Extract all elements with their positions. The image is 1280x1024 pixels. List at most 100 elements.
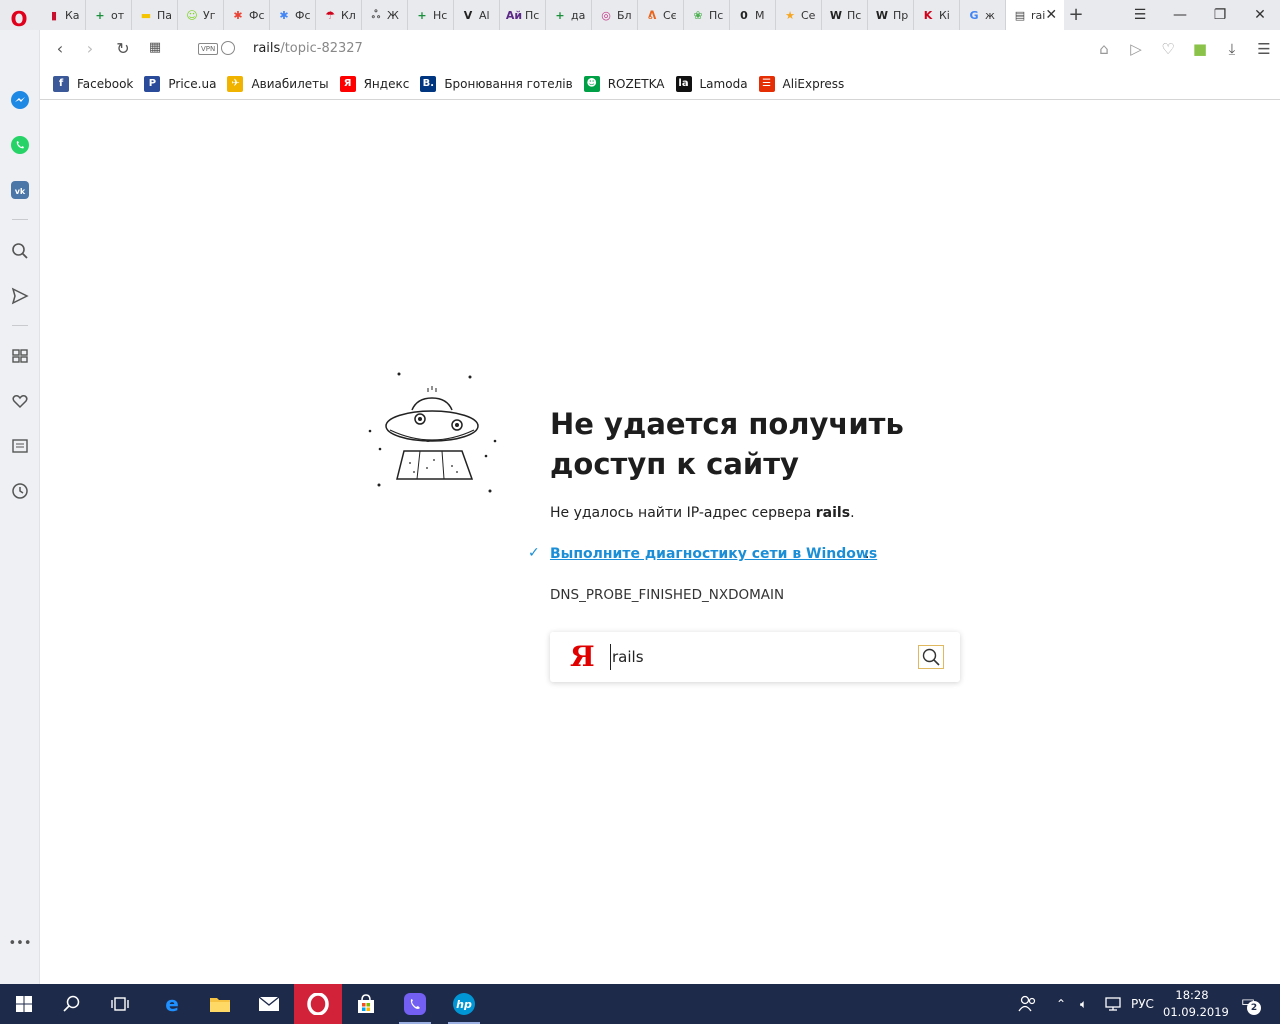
forward-button[interactable]: › <box>80 39 100 58</box>
plane-icon: ✈ <box>227 75 244 92</box>
taskbar-search-icon[interactable] <box>48 984 96 1024</box>
globe-icon[interactable] <box>221 41 235 55</box>
error-desc-suffix: . <box>850 505 855 521</box>
bookmark-item[interactable]: ✈ Авиабилеты <box>227 75 329 92</box>
messenger-icon[interactable] <box>10 90 30 110</box>
sidebar-separator <box>12 219 28 220</box>
bookmark-label: Lamoda <box>699 76 748 91</box>
tab-active[interactable]: ▤ rai ✕ <box>1006 0 1064 30</box>
vpn-badge[interactable]: VPN <box>198 43 219 55</box>
minimize-button[interactable]: — <box>1160 0 1200 30</box>
whatsapp-icon[interactable] <box>10 135 30 155</box>
tab[interactable]: ❀ Пс <box>684 0 730 30</box>
tab[interactable]: Ай Пс <box>500 0 546 30</box>
url-field[interactable]: rails/topic-82327 <box>253 41 363 56</box>
tab-bar: O ▮ Ка + от ▬ Па ☺ Уг ✱ Фс ✱ Фс ☂ Кл ஃ Ж + Нс V Al Ай Пс + да ◎ Б… <box>0 0 1280 30</box>
tab[interactable]: W Пс <box>822 0 868 30</box>
chevron-up-icon[interactable]: ⌃ <box>1056 984 1066 1024</box>
easy-setup-icon[interactable]: ☰ <box>1248 40 1280 58</box>
tab[interactable]: ✱ Фс <box>270 0 316 30</box>
start-button[interactable] <box>0 984 48 1024</box>
clock[interactable]: 18:28 01.09.2019 <box>1163 987 1229 1021</box>
viber-icon[interactable] <box>391 984 439 1024</box>
browser-window: O ▮ Ка + от ▬ Па ☺ Уг ✱ Фс ✱ Фс ☂ Кл ஃ Ж + Нс V Al Ай Пс + да ◎ Б… <box>0 0 1280 1024</box>
tab-label: Ж <box>387 8 399 22</box>
mail-icon[interactable] <box>245 984 293 1024</box>
tab[interactable]: ★ Се <box>776 0 822 30</box>
tab[interactable]: ஃЖ <box>362 0 408 30</box>
bookmark-label: AliExpress <box>782 76 845 91</box>
tab-label: да <box>571 8 586 22</box>
tab[interactable]: K Кі <box>914 0 960 30</box>
bookmark-heart-icon[interactable]: ♡ <box>1152 40 1184 58</box>
language-indicator[interactable]: РУС <box>1131 984 1154 1024</box>
send-icon[interactable] <box>10 286 30 306</box>
people-icon[interactable] <box>1018 984 1038 1024</box>
tab[interactable]: W Пр <box>868 0 914 30</box>
tab[interactable]: + от <box>86 0 132 30</box>
search-icon <box>922 648 940 666</box>
camera-icon[interactable]: ⌂ <box>1088 40 1120 58</box>
vk-icon[interactable]: vk <box>10 180 30 200</box>
tab[interactable]: ◎ Бл <box>592 0 638 30</box>
tab[interactable]: ▮ Ка <box>40 0 86 30</box>
edge-icon[interactable]: e <box>148 984 196 1024</box>
tab[interactable]: Gж <box>960 0 1006 30</box>
history-icon[interactable] <box>10 481 30 501</box>
reload-button[interactable]: ↻ <box>113 39 133 58</box>
instagram-icon: ◎ <box>601 8 611 22</box>
svg-text:vk: vk <box>15 187 26 196</box>
tab[interactable]: V Al <box>454 0 500 30</box>
leaf-icon: ❀ <box>693 8 703 22</box>
maximize-button[interactable]: ❐ <box>1200 0 1240 30</box>
new-tab-button[interactable]: + <box>1066 4 1086 25</box>
back-button[interactable]: ‹ <box>50 39 70 58</box>
svg-text:e: e <box>165 993 179 1015</box>
news-icon[interactable] <box>10 436 30 456</box>
bookmark-item[interactable]: ☻ ROZETKA <box>583 75 665 92</box>
search-input[interactable] <box>610 644 910 670</box>
tab[interactable]: 0М <box>730 0 776 30</box>
opera-menu-button[interactable]: O <box>8 8 30 30</box>
speed-dial-icon[interactable] <box>10 346 30 366</box>
heart-icon[interactable] <box>10 391 30 411</box>
task-view-icon[interactable] <box>96 984 144 1024</box>
bookmark-item[interactable]: la Lamoda <box>675 75 748 92</box>
file-explorer-icon[interactable] <box>196 984 244 1024</box>
bookmark-item[interactable]: P Price.ua <box>144 75 216 92</box>
network-diagnostics-link[interactable]: Выполните диагностику сети в Windows <box>550 546 877 562</box>
checkmark-icon: ✓ <box>528 545 540 561</box>
bookmark-item[interactable]: ☰ AliExpress <box>758 75 845 92</box>
search-icon[interactable] <box>10 241 30 261</box>
opera-taskbar-icon[interactable] <box>294 984 342 1024</box>
tab[interactable]: ☺ Уг <box>178 0 224 30</box>
tab[interactable]: ▬ Па <box>132 0 178 30</box>
volume-icon[interactable]: 🔈︎ <box>1080 984 1087 1024</box>
download-icon[interactable]: ⤓ <box>1216 40 1248 58</box>
hp-icon[interactable]: hp <box>440 984 488 1024</box>
bookmark-item[interactable]: B. Бронювання готелів <box>420 75 573 92</box>
tab[interactable]: ☂ Кл <box>316 0 362 30</box>
tab[interactable]: ᕕ Сє <box>638 0 684 30</box>
tabs-overview-icon[interactable]: ▦ <box>145 40 165 55</box>
send-page-icon[interactable]: ▷ <box>1120 40 1152 58</box>
bookmark-item[interactable]: Я Яндекс <box>339 75 409 92</box>
store-icon[interactable] <box>342 984 390 1024</box>
tab[interactable]: + Нс <box>408 0 454 30</box>
window-controls: ☰ — ❐ ✕ <box>1120 0 1280 30</box>
bookmark-item[interactable]: f Facebook <box>53 75 133 92</box>
green-plus-icon: + <box>417 8 427 22</box>
tab[interactable]: + да <box>546 0 592 30</box>
extension-icon[interactable]: ■ <box>1184 40 1216 58</box>
search-button[interactable] <box>918 645 944 669</box>
tab-label: Кі <box>939 8 950 22</box>
tab-menu-icon[interactable]: ☰ <box>1120 0 1160 30</box>
close-window-button[interactable]: ✕ <box>1240 0 1280 30</box>
tab-label: Фс <box>295 8 311 22</box>
bookmarks-bar: f Facebook P Price.ua ✈ Авиабилеты Я Яндекс B. Бр… <box>40 68 1280 100</box>
tab[interactable]: ✱ Фс <box>224 0 270 30</box>
network-icon[interactable] <box>1104 984 1122 1024</box>
close-tab-icon[interactable]: ✕ <box>1045 7 1057 23</box>
tab-label: Пс <box>709 8 724 22</box>
more-icon[interactable]: ••• <box>9 933 32 953</box>
